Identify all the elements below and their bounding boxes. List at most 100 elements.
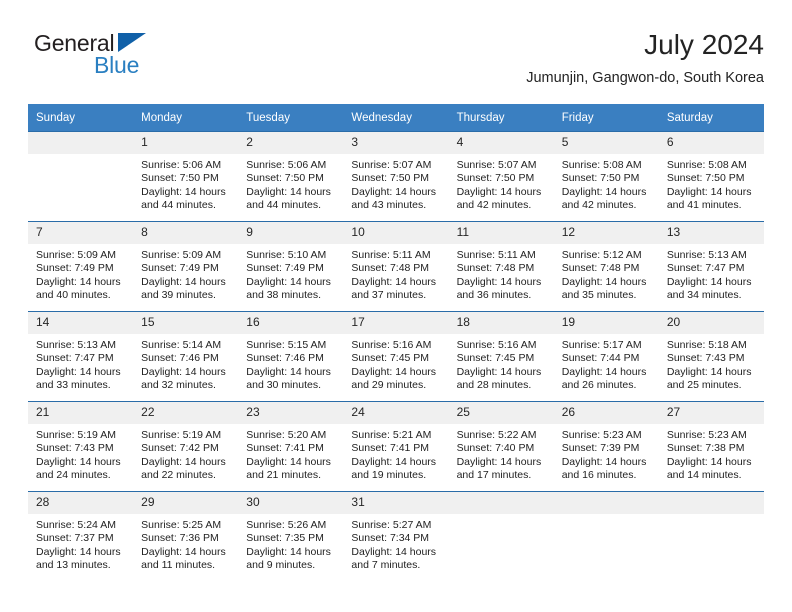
calendar-day-cell[interactable]: 3 Sunrise: 5:07 AM Sunset: 7:50 PM Daylight… [343, 131, 449, 222]
day-number [448, 492, 554, 514]
day-number: 1 [133, 132, 239, 154]
calendar-day-cell[interactable]: 4 Sunrise: 5:07 AM Sunset: 7:50 PM Daylight… [448, 131, 554, 222]
calendar-day-cell[interactable]: 6 Sunrise: 5:08 AM Sunset: 7:50 PM Daylight… [658, 131, 764, 222]
calendar-day-cell[interactable]: 5 Sunrise: 5:08 AM Sunset: 7:50 PM Daylight… [553, 131, 659, 222]
daylight-text-line1: Daylight: 14 hours [351, 275, 437, 288]
day-details: Sunrise: 5:15 AM Sunset: 7:46 PM Daylight:… [238, 334, 343, 393]
daylight-text-line2: and 33 minutes. [36, 379, 111, 392]
day-details: Sunrise: 5:25 AM Sunset: 7:36 PM Daylight:… [133, 514, 238, 573]
calendar-day-cell[interactable]: 1 Sunrise: 5:06 AM Sunset: 7:50 PM Daylight… [133, 131, 239, 222]
calendar-day-cell[interactable]: 23 Sunrise: 5:20 AM Sunset: 7:41 PM Dayligh… [238, 401, 344, 492]
calendar-day-cell[interactable]: 18 Sunrise: 5:16 AM Sunset: 7:45 PM Dayligh… [448, 311, 554, 402]
sunset-text: Sunset: 7:47 PM [36, 352, 114, 365]
daylight-text-line2: and 14 minutes. [666, 469, 742, 482]
daylight-text-line1: Daylight: 14 hours [456, 455, 542, 468]
calendar-week-row: 21 Sunrise: 5:19 AM Sunset: 7:43 PM Dayligh… [28, 401, 764, 492]
weekday-header-friday: Friday [553, 104, 659, 132]
sunset-text: Sunset: 7:50 PM [351, 172, 430, 185]
calendar-day-cell[interactable]: 17 Sunrise: 5:16 AM Sunset: 7:45 PM Dayligh… [343, 311, 449, 402]
calendar-day-cell[interactable]: 28 Sunrise: 5:24 AM Sunset: 7:37 PM Dayligh… [28, 491, 134, 581]
day-number: 9 [238, 222, 344, 244]
day-number: 14 [28, 312, 134, 334]
calendar-day-cell[interactable]: 20 Sunrise: 5:18 AM Sunset: 7:43 PM Dayligh… [658, 311, 764, 402]
calendar-day-cell[interactable]: 15 Sunrise: 5:14 AM Sunset: 7:46 PM Dayligh… [133, 311, 239, 402]
daylight-text-line2: and 37 minutes. [351, 289, 427, 302]
calendar-body: 1 Sunrise: 5:06 AM Sunset: 7:50 PM Daylight… [28, 131, 764, 581]
sunset-text: Sunset: 7:42 PM [141, 442, 219, 455]
day-number [553, 492, 659, 514]
calendar-page: General Blue July 2024 Jumunjin, Gangwon… [0, 0, 792, 612]
day-number [28, 132, 134, 154]
day-number: 23 [238, 402, 344, 424]
daylight-text-line2: and 36 minutes. [456, 289, 532, 302]
daylight-text-line1: Daylight: 14 hours [141, 185, 226, 198]
daylight-text-line2: and 30 minutes. [246, 379, 321, 392]
daylight-text-line1: Daylight: 14 hours [456, 185, 542, 198]
daylight-text-line2: and 16 minutes. [561, 469, 637, 482]
calendar-day-cell[interactable]: 29 Sunrise: 5:25 AM Sunset: 7:36 PM Dayligh… [133, 491, 239, 581]
calendar-day-cell[interactable]: 26 Sunrise: 5:23 AM Sunset: 7:39 PM Dayligh… [553, 401, 659, 492]
day-number: 28 [28, 492, 134, 514]
day-number: 21 [28, 402, 134, 424]
calendar-day-cell[interactable]: 13 Sunrise: 5:13 AM Sunset: 7:47 PM Dayligh… [658, 221, 764, 312]
daylight-text-line2: and 39 minutes. [141, 289, 216, 302]
calendar-day-cell[interactable]: 27 Sunrise: 5:23 AM Sunset: 7:38 PM Dayligh… [658, 401, 764, 492]
calendar-day-cell[interactable]: 21 Sunrise: 5:19 AM Sunset: 7:43 PM Dayligh… [28, 401, 134, 492]
day-details: Sunrise: 5:08 AM Sunset: 7:50 PM Daylight:… [659, 154, 764, 213]
calendar-week-row: 1 Sunrise: 5:06 AM Sunset: 7:50 PM Daylight… [28, 131, 764, 222]
calendar-day-cell[interactable]: 31 Sunrise: 5:27 AM Sunset: 7:34 PM Dayligh… [343, 491, 449, 581]
calendar-day-cell[interactable]: 16 Sunrise: 5:15 AM Sunset: 7:46 PM Dayligh… [238, 311, 344, 402]
calendar-day-cell[interactable]: 7 Sunrise: 5:09 AM Sunset: 7:49 PM Daylight… [28, 221, 134, 312]
calendar-day-cell[interactable]: 30 Sunrise: 5:26 AM Sunset: 7:35 PM Dayligh… [238, 491, 344, 581]
sunset-text: Sunset: 7:35 PM [246, 532, 324, 545]
daylight-text-line1: Daylight: 14 hours [561, 275, 647, 288]
sunrise-text: Sunrise: 5:11 AM [456, 249, 536, 261]
calendar-day-cell[interactable]: 10 Sunrise: 5:11 AM Sunset: 7:48 PM Dayligh… [343, 221, 449, 312]
calendar-day-cell-empty [658, 491, 764, 581]
daylight-text-line2: and 24 minutes. [36, 469, 111, 482]
day-number: 20 [658, 312, 764, 334]
daylight-text-line2: and 32 minutes. [141, 379, 216, 392]
day-details: Sunrise: 5:22 AM Sunset: 7:40 PM Daylight:… [449, 424, 554, 483]
sunrise-text: Sunrise: 5:16 AM [456, 339, 537, 351]
sunset-text: Sunset: 7:40 PM [456, 442, 535, 455]
sunrise-text: Sunrise: 5:23 AM [561, 429, 642, 441]
day-details: Sunrise: 5:23 AM Sunset: 7:38 PM Daylight:… [659, 424, 764, 483]
sunrise-text: Sunrise: 5:15 AM [246, 339, 327, 351]
calendar-day-cell[interactable]: 24 Sunrise: 5:21 AM Sunset: 7:41 PM Dayligh… [343, 401, 449, 492]
daylight-text-line2: and 40 minutes. [36, 289, 111, 302]
day-details: Sunrise: 5:16 AM Sunset: 7:45 PM Daylight:… [449, 334, 554, 393]
day-number: 17 [343, 312, 449, 334]
daylight-text-line2: and 42 minutes. [561, 199, 637, 212]
calendar-day-cell[interactable]: 25 Sunrise: 5:22 AM Sunset: 7:40 PM Dayligh… [448, 401, 554, 492]
sunset-text: Sunset: 7:41 PM [351, 442, 430, 455]
day-details: Sunrise: 5:09 AM Sunset: 7:49 PM Daylight:… [133, 244, 238, 303]
sunrise-text: Sunrise: 5:09 AM [141, 249, 222, 261]
calendar-day-cell[interactable]: 14 Sunrise: 5:13 AM Sunset: 7:47 PM Dayligh… [28, 311, 134, 402]
daylight-text-line1: Daylight: 14 hours [561, 185, 647, 198]
calendar-day-cell[interactable]: 19 Sunrise: 5:17 AM Sunset: 7:44 PM Dayligh… [553, 311, 659, 402]
sunrise-text: Sunrise: 5:13 AM [666, 249, 747, 261]
day-number: 5 [553, 132, 659, 154]
sunset-text: Sunset: 7:48 PM [456, 262, 535, 275]
day-details: Sunrise: 5:20 AM Sunset: 7:41 PM Daylight:… [238, 424, 343, 483]
calendar-day-cell[interactable]: 9 Sunrise: 5:10 AM Sunset: 7:49 PM Daylight… [238, 221, 344, 312]
daylight-text-line1: Daylight: 14 hours [246, 455, 331, 468]
day-details: Sunrise: 5:16 AM Sunset: 7:45 PM Daylight:… [343, 334, 448, 393]
weekday-header-sunday: Sunday [28, 104, 134, 132]
calendar-day-cell-empty [28, 131, 134, 222]
calendar-day-cell[interactable]: 8 Sunrise: 5:09 AM Sunset: 7:49 PM Daylight… [133, 221, 239, 312]
sunrise-text: Sunrise: 5:19 AM [141, 429, 222, 441]
daylight-text-line2: and 44 minutes. [246, 199, 321, 212]
calendar-day-cell[interactable]: 22 Sunrise: 5:19 AM Sunset: 7:42 PM Dayligh… [133, 401, 239, 492]
day-details: Sunrise: 5:19 AM Sunset: 7:43 PM Daylight:… [28, 424, 133, 483]
calendar-day-cell[interactable]: 12 Sunrise: 5:12 AM Sunset: 7:48 PM Dayligh… [553, 221, 659, 312]
calendar-day-cell[interactable]: 11 Sunrise: 5:11 AM Sunset: 7:48 PM Dayligh… [448, 221, 554, 312]
sunrise-text: Sunrise: 5:12 AM [561, 249, 642, 261]
sunset-text: Sunset: 7:45 PM [351, 352, 430, 365]
sunset-text: Sunset: 7:47 PM [666, 262, 745, 275]
daylight-text-line2: and 43 minutes. [351, 199, 427, 212]
day-details: Sunrise: 5:14 AM Sunset: 7:46 PM Daylight:… [133, 334, 238, 393]
daylight-text-line2: and 25 minutes. [666, 379, 742, 392]
calendar-day-cell[interactable]: 2 Sunrise: 5:06 AM Sunset: 7:50 PM Daylight… [238, 131, 344, 222]
